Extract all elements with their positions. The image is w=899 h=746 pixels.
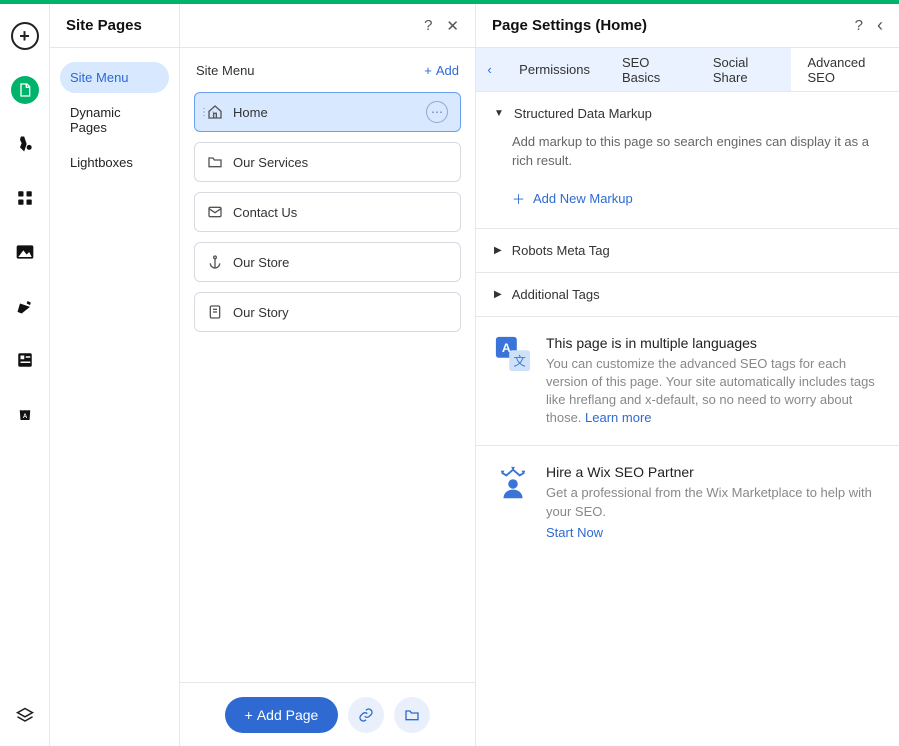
page-icon [207, 304, 223, 320]
chevron-down-icon: ▼ [494, 108, 504, 119]
apps-icon[interactable] [11, 184, 39, 212]
page-label: Our Services [233, 155, 308, 170]
plus-icon: ＋ [512, 189, 525, 208]
chevron-left-icon[interactable]: ‹ [877, 15, 883, 36]
nav-lightboxes[interactable]: Lightboxes [60, 147, 169, 178]
pages-nav-panel: Site Pages Site Menu Dynamic Pages Light… [50, 4, 180, 746]
theme-icon[interactable] [11, 130, 39, 158]
left-rail: + A [0, 4, 50, 746]
page-item-home[interactable]: ⋮⋮ Home ⋯ [194, 92, 461, 132]
svg-text:A: A [22, 414, 27, 420]
page-item-our-services[interactable]: Our Services [194, 142, 461, 182]
help-icon[interactable]: ? [855, 17, 863, 34]
media-icon[interactable] [11, 238, 39, 266]
page-label: Our Store [233, 255, 289, 270]
add-item-link[interactable]: + Add [424, 63, 459, 78]
expert-icon [494, 464, 532, 502]
section-robots: ▶ Robots Meta Tag [476, 229, 899, 273]
store-icon[interactable]: A [11, 400, 39, 428]
pages-list-panel: Site Pages ? ✕ Site Menu + Add ⋮⋮ Home ⋯ [180, 4, 476, 746]
page-item-our-story[interactable]: Our Story [194, 292, 461, 332]
tab-permissions[interactable]: Permissions [503, 48, 606, 91]
section-toggle-structured[interactable]: ▼ Structured Data Markup [494, 106, 881, 121]
add-icon[interactable]: + [11, 22, 39, 50]
section-structured-data: ▼ Structured Data Markup Add markup to t… [476, 92, 899, 229]
settings-tabs: ‹ Permissions SEO Basics Social Share Ad… [476, 48, 899, 92]
section-toggle-robots[interactable]: ▶ Robots Meta Tag [494, 243, 881, 258]
section-additional: ▶ Additional Tags [476, 273, 899, 317]
start-now-link[interactable]: Start Now [546, 525, 881, 540]
mail-icon [207, 204, 223, 220]
page-settings-panel: Page Settings (Home) ? ‹ ‹ Permissions S… [476, 4, 899, 746]
page-label: Our Story [233, 305, 289, 320]
nav-dynamic-pages[interactable]: Dynamic Pages [60, 97, 169, 143]
site-pages-title: Site Pages [66, 17, 163, 34]
info-seo-partner: Hire a Wix SEO Partner Get a professiona… [476, 445, 899, 557]
tab-advanced-seo[interactable]: Advanced SEO [791, 48, 899, 91]
svg-text:文: 文 [513, 353, 525, 368]
tabs-scroll-left[interactable]: ‹ [476, 48, 503, 91]
blog-icon[interactable] [11, 292, 39, 320]
info-multilanguage: A文 This page is in multiple languages Yo… [476, 317, 899, 446]
chevron-right-icon: ▶ [494, 289, 502, 300]
info-seo-title: Hire a Wix SEO Partner [546, 464, 881, 480]
close-icon[interactable]: ✕ [446, 17, 459, 35]
more-icon[interactable]: ⋯ [426, 101, 448, 123]
pages-icon[interactable] [11, 76, 39, 104]
page-label: Contact Us [233, 205, 297, 220]
info-lang-text: You can customize the advanced SEO tags … [546, 355, 881, 428]
page-settings-title: Page Settings (Home) [492, 17, 855, 34]
help-icon[interactable]: ? [424, 17, 432, 34]
structured-desc: Add markup to this page so search engine… [494, 121, 881, 175]
plus-icon: + [245, 707, 253, 723]
section-toggle-additional[interactable]: ▶ Additional Tags [494, 287, 881, 302]
layers-icon[interactable] [11, 702, 39, 730]
tab-social-share[interactable]: Social Share [697, 48, 792, 91]
folder-icon [207, 154, 223, 170]
page-item-our-store[interactable]: Our Store [194, 242, 461, 282]
page-item-contact-us[interactable]: Contact Us [194, 192, 461, 232]
site-menu-subtitle: Site Menu [196, 63, 255, 78]
drag-handle-icon[interactable]: ⋮⋮ [199, 107, 217, 118]
link-icon[interactable] [348, 697, 384, 733]
info-lang-title: This page is in multiple languages [546, 335, 881, 351]
chevron-right-icon: ▶ [494, 245, 502, 256]
learn-more-link[interactable]: Learn more [585, 410, 651, 425]
content-icon[interactable] [11, 346, 39, 374]
folder-button-icon[interactable] [394, 697, 430, 733]
add-markup-link[interactable]: ＋ Add New Markup [494, 175, 881, 214]
page-label: Home [233, 105, 268, 120]
nav-site-menu[interactable]: Site Menu [60, 62, 169, 93]
anchor-icon [207, 254, 223, 270]
plus-icon: + [424, 63, 432, 78]
tab-seo-basics[interactable]: SEO Basics [606, 48, 697, 91]
info-seo-text: Get a professional from the Wix Marketpl… [546, 484, 881, 520]
add-page-button[interactable]: + Add Page [225, 697, 339, 733]
translate-icon: A文 [494, 335, 532, 373]
